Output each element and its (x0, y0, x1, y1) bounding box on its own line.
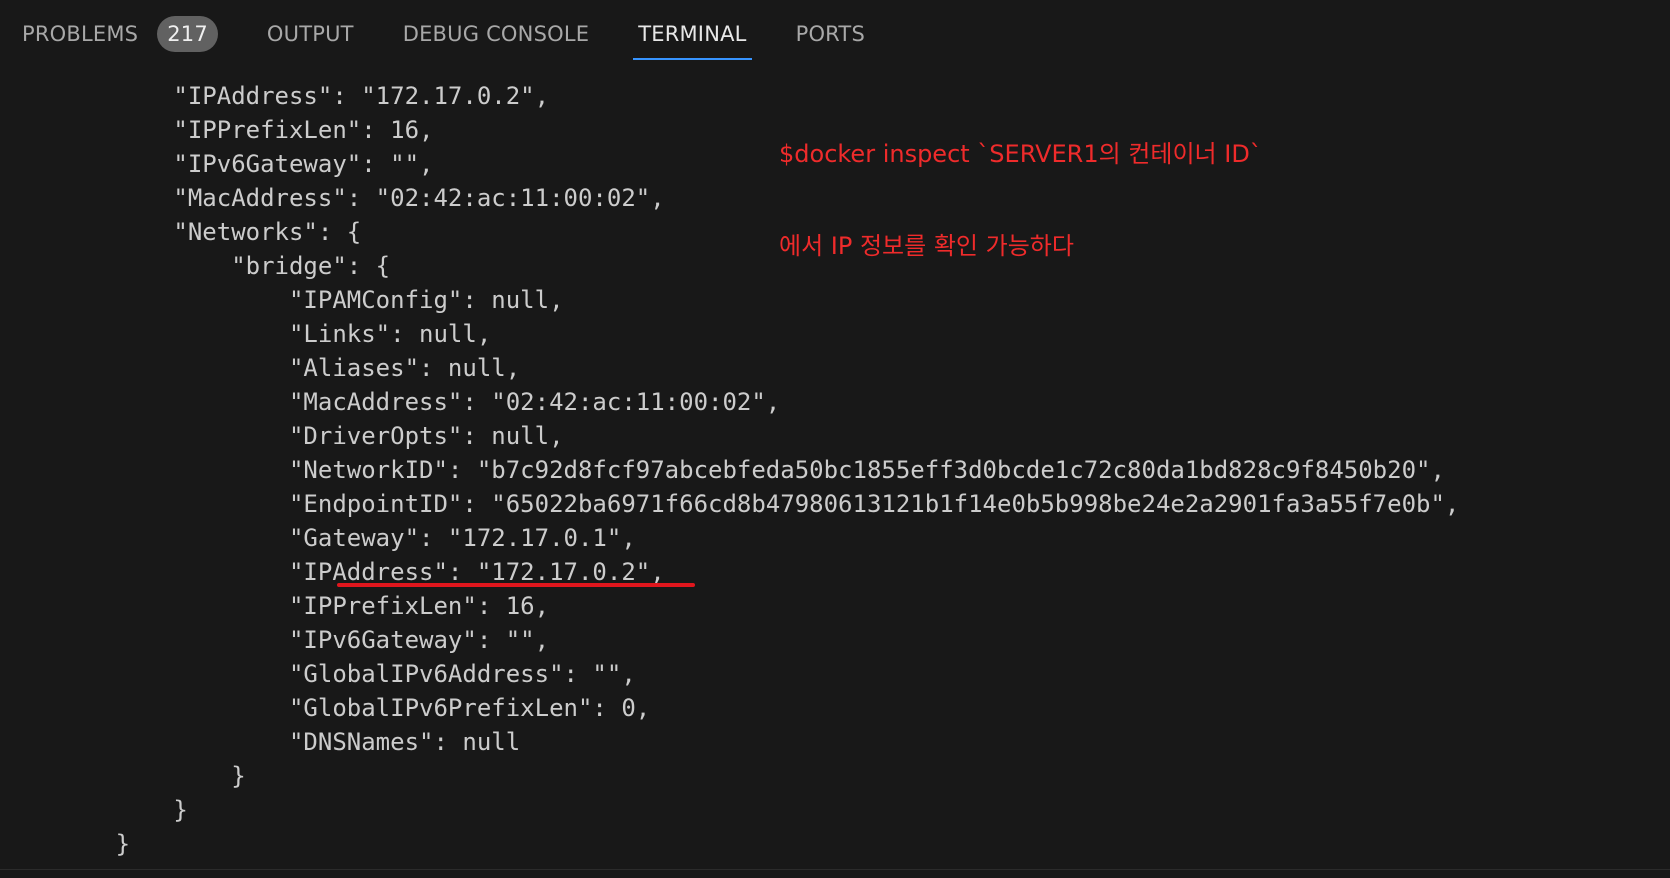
terminal-line: "DriverOpts": null, (0, 422, 564, 450)
panel-tab-bar: PROBLEMS 217 OUTPUT DEBUG CONSOLE TERMIN… (0, 0, 1670, 68)
panel-bottom-divider (0, 869, 1670, 870)
terminal-line: "Aliases": null, (0, 354, 521, 382)
tab-terminal[interactable]: TERMINAL (633, 0, 752, 68)
tab-debug-console-label: DEBUG CONSOLE (402, 22, 590, 46)
problems-count-badge: 217 (157, 16, 218, 52)
tab-terminal-label: TERMINAL (638, 22, 747, 46)
tab-output[interactable]: OUTPUT (267, 0, 354, 68)
terminal-output[interactable]: "IPAddress": "172.17.0.2", "IPPrefixLen"… (0, 79, 1670, 861)
tab-ports-label: PORTS (795, 22, 865, 46)
terminal-line: } (0, 762, 246, 790)
terminal-line: "Gateway": "172.17.0.1", (0, 524, 636, 552)
ip-address-underline-annotation (337, 583, 695, 587)
terminal-line: "MacAddress": "02:42:ac:11:00:02", (0, 184, 665, 212)
terminal-line: "EndpointID": "65022ba6971f66cd8b4798061… (0, 490, 1460, 518)
terminal-line: "IPv6Gateway": "", (0, 626, 550, 654)
terminal-line: "IPAddress": "172.17.0.2", (0, 82, 550, 110)
terminal-line: } (0, 830, 131, 858)
tab-ports[interactable]: PORTS (796, 0, 865, 68)
tab-debug-console[interactable]: DEBUG CONSOLE (403, 0, 590, 68)
terminal-line: "NetworkID": "b7c92d8fcf97abcebfeda50bc1… (0, 456, 1445, 484)
terminal-line: "MacAddress": "02:42:ac:11:00:02", (0, 388, 781, 416)
terminal-line: "Links": null, (0, 320, 492, 348)
terminal-line: "GlobalIPv6Address": "", (0, 660, 636, 688)
terminal-line: "GlobalIPv6PrefixLen": 0, (0, 694, 651, 722)
terminal-line: "DNSNames": null (0, 728, 521, 756)
tab-output-label: OUTPUT (266, 22, 354, 46)
tab-problems[interactable]: PROBLEMS 217 (22, 0, 218, 68)
terminal-panel: PROBLEMS 217 OUTPUT DEBUG CONSOLE TERMIN… (0, 0, 1670, 878)
terminal-line-highlighted: "IPAddress": "172.17.0.2", (0, 558, 665, 586)
terminal-line: } (0, 796, 188, 824)
annotation-docker-inspect: $docker inspect `SERVER1의 컨테이너 ID` (779, 140, 1262, 168)
annotation-ip-info: 에서 IP 정보를 확인 가능하다 (779, 232, 1074, 260)
terminal-line: "IPPrefixLen": 16, (0, 592, 550, 620)
terminal-line: "IPAMConfig": null, (0, 286, 564, 314)
tab-problems-label: PROBLEMS (22, 22, 139, 46)
